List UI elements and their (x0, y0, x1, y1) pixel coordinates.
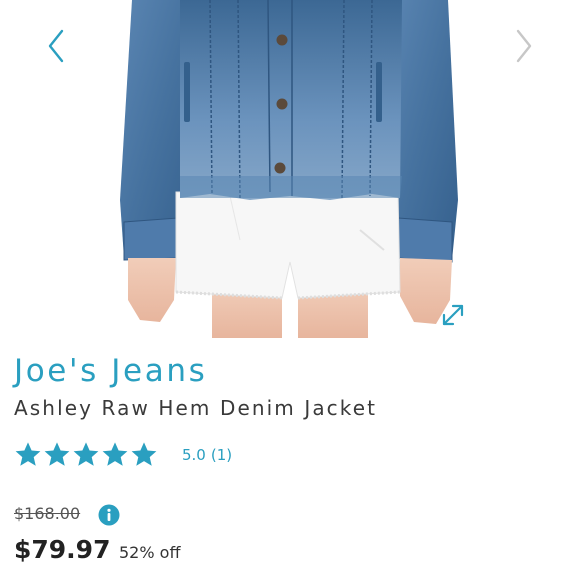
product-page: Joe's Jeans Ashley Raw Hem Denim Jacket … (0, 0, 580, 580)
rating-summary[interactable]: 5.0 (1) (14, 439, 232, 471)
rating-text[interactable]: 5.0 (1) (182, 446, 232, 464)
review-count: (1) (210, 446, 233, 464)
star-icon (44, 442, 70, 466)
discount-label: 52% off (119, 543, 181, 562)
star-icon (131, 442, 157, 466)
expand-icon[interactable] (438, 300, 468, 330)
product-title: Ashley Raw Hem Denim Jacket (14, 396, 378, 420)
star-icon (15, 442, 41, 466)
sale-price: $79.97 (14, 535, 111, 564)
chevron-left-icon[interactable] (42, 26, 72, 66)
info-icon[interactable] (98, 504, 120, 526)
rating-value: 5.0 (182, 446, 206, 464)
star-icon (102, 442, 128, 466)
original-price: $168.00 (14, 504, 81, 523)
star-rating (14, 441, 158, 469)
product-image-gallery[interactable] (0, 0, 580, 338)
chevron-right-icon[interactable] (508, 26, 538, 66)
star-icon (73, 442, 99, 466)
brand-name[interactable]: Joe's Jeans (14, 356, 207, 387)
product-photo[interactable] (0, 0, 580, 338)
